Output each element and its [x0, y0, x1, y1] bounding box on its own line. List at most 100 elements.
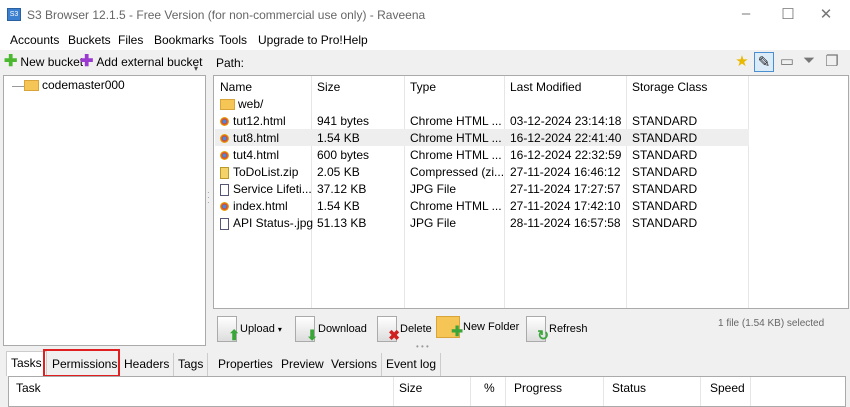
cell-modified: 28-11-2024 16:57:58: [510, 216, 621, 230]
new-folder-button[interactable]: ✚ New Folder: [436, 316, 520, 339]
cell-modified: 27-11-2024 17:27:57: [510, 182, 621, 196]
toolbar-overflow-icon[interactable]: ▾: [194, 64, 198, 73]
task-column-progress[interactable]: Progress: [514, 381, 562, 395]
task-column-size[interactable]: Size: [399, 381, 422, 395]
name-text: tut4.html: [233, 148, 280, 162]
copy-icon[interactable]: ❐: [822, 52, 842, 72]
delete-label: Delete: [400, 323, 432, 335]
folder-file-icon: [220, 99, 235, 111]
file-row[interactable]: web/: [215, 95, 749, 112]
cell-type: JPG File: [410, 216, 456, 230]
tree-line: [12, 86, 24, 87]
size-text: 1.54 KB: [317, 199, 360, 213]
upload-label: Upload: [240, 323, 275, 335]
cell-name: tut4.html: [220, 148, 279, 162]
new-bucket-label: New bucket: [20, 55, 84, 69]
splitter-handle[interactable]: • • •: [416, 342, 429, 351]
tab-event-log[interactable]: Event log: [382, 353, 442, 376]
column-header-size[interactable]: Size: [317, 80, 340, 94]
filter-icon[interactable]: ⏷: [799, 52, 819, 72]
refresh-icon: ↻: [526, 316, 549, 343]
upload-button[interactable]: ⬆ Upload ▾: [217, 316, 282, 343]
close-button[interactable]: ✕: [816, 5, 836, 25]
tab-preview[interactable]: Preview: [277, 353, 329, 376]
file-row[interactable]: ToDoList.zip 2.05 KB Compressed (zi... 27-1…: [215, 163, 749, 180]
edit-pencil-icon[interactable]: ✎: [754, 52, 774, 72]
type-text: Chrome HTML ...: [410, 131, 502, 145]
delete-button[interactable]: ✖ Delete: [377, 316, 432, 343]
menu-help[interactable]: Help: [343, 33, 368, 47]
window-icon[interactable]: ▭: [777, 52, 797, 72]
new-bucket-button[interactable]: ✚ New bucket: [4, 54, 84, 70]
file-row[interactable]: tut4.html 600 bytes Chrome HTML ... 16-12-2…: [215, 146, 749, 163]
cell-name: tut12.html: [220, 114, 286, 128]
tab-versions[interactable]: Versions: [327, 353, 383, 376]
bucket-tree: codemaster000: [3, 75, 206, 346]
task-column-percent[interactable]: %: [484, 381, 495, 395]
column-header-storage[interactable]: Storage Class: [632, 80, 707, 94]
size-text: 2.05 KB: [317, 165, 360, 179]
chrome-file-icon: [220, 117, 229, 127]
size-text: 1.54 KB: [317, 131, 360, 145]
file-row[interactable]: API Status-.jpg 51.13 KB JPG File 28-11-202…: [215, 214, 749, 231]
cell-storage: STANDARD: [632, 131, 697, 145]
tab-tags[interactable]: Tags: [174, 353, 209, 376]
tasks-table: Task Size % Progress Status Speed: [8, 376, 846, 407]
modified-text: 27-11-2024 17:27:57: [510, 182, 621, 196]
menu-files[interactable]: Files: [118, 33, 143, 47]
tab-properties[interactable]: Properties: [214, 353, 278, 376]
selection-status: 1 file (1.54 KB) selected: [718, 318, 825, 329]
cell-name: Service Lifeti...: [220, 182, 312, 196]
size-text: 941 bytes: [317, 114, 370, 128]
task-column-status[interactable]: Status: [612, 381, 646, 395]
modified-text: 28-11-2024 16:57:58: [510, 216, 621, 230]
tab-headers[interactable]: Headers: [120, 353, 175, 376]
jpg-file-icon: [220, 217, 229, 230]
type-text: Compressed (zi...: [410, 165, 505, 179]
file-row[interactable]: tut8.html 1.54 KB Chrome HTML ... 16-12-202…: [215, 129, 749, 146]
new-folder-label: New Folder: [463, 321, 520, 333]
file-row[interactable]: tut12.html 941 bytes Chrome HTML ... 03-12-…: [215, 112, 749, 129]
column-header-modified[interactable]: Last Modified: [510, 80, 581, 94]
column-header-name[interactable]: Name: [220, 80, 252, 94]
cell-storage: STANDARD: [632, 114, 697, 128]
cell-storage: STANDARD: [632, 199, 697, 213]
cell-name: web/: [220, 97, 263, 111]
cell-modified: 03-12-2024 23:14:18: [510, 114, 621, 128]
cell-name: index.html: [220, 199, 288, 213]
storage-text: STANDARD: [632, 131, 698, 145]
menu-buckets[interactable]: Buckets: [68, 33, 111, 47]
menu-accounts[interactable]: Accounts: [10, 33, 59, 47]
cell-storage: STANDARD: [632, 216, 697, 230]
modified-text: 16-12-2024 22:41:40: [510, 131, 622, 145]
menu-tools[interactable]: Tools: [219, 33, 247, 47]
task-column-speed[interactable]: Speed: [710, 381, 745, 395]
cell-name: tut8.html: [220, 131, 279, 145]
menu-upgrade[interactable]: Upgrade to Pro!: [258, 33, 343, 47]
chrome-file-icon: [220, 151, 229, 161]
file-row[interactable]: Service Lifeti... 37.12 KB JPG File 27-11-2…: [215, 180, 749, 197]
cell-type: JPG File: [410, 182, 456, 196]
cell-size: 2.05 KB: [317, 165, 360, 179]
add-external-bucket-button[interactable]: ✚ Add external bucket: [80, 54, 202, 70]
window-title: S3 Browser 12.1.5 - Free Version (for no…: [27, 8, 426, 22]
download-button[interactable]: ⬇ Download: [295, 316, 367, 343]
refresh-button[interactable]: ↻ Refresh: [526, 316, 588, 343]
splitter-handle[interactable]: · · ·: [207, 189, 210, 207]
cell-name: API Status-.jpg: [220, 216, 313, 230]
column-header-type[interactable]: Type: [410, 80, 436, 94]
tree-item-bucket[interactable]: codemaster000: [24, 78, 125, 92]
cell-type: Chrome HTML ...: [410, 114, 502, 128]
task-column-task[interactable]: Task: [16, 381, 41, 395]
cell-modified: 16-12-2024 22:32:59: [510, 148, 621, 162]
name-text: tut8.html: [233, 131, 280, 145]
minimize-button[interactable]: –: [736, 5, 756, 25]
storage-text: STANDARD: [632, 114, 698, 128]
tab-tasks[interactable]: Tasks: [6, 351, 47, 376]
cell-type: Compressed (zi...: [410, 165, 504, 179]
download-label: Download: [318, 323, 367, 335]
maximize-button[interactable]: ☐: [778, 5, 798, 25]
file-row[interactable]: index.html 1.54 KB Chrome HTML ... 27-11-20…: [215, 197, 749, 214]
star-icon[interactable]: ★: [732, 52, 752, 72]
menu-bookmarks[interactable]: Bookmarks: [154, 33, 214, 47]
